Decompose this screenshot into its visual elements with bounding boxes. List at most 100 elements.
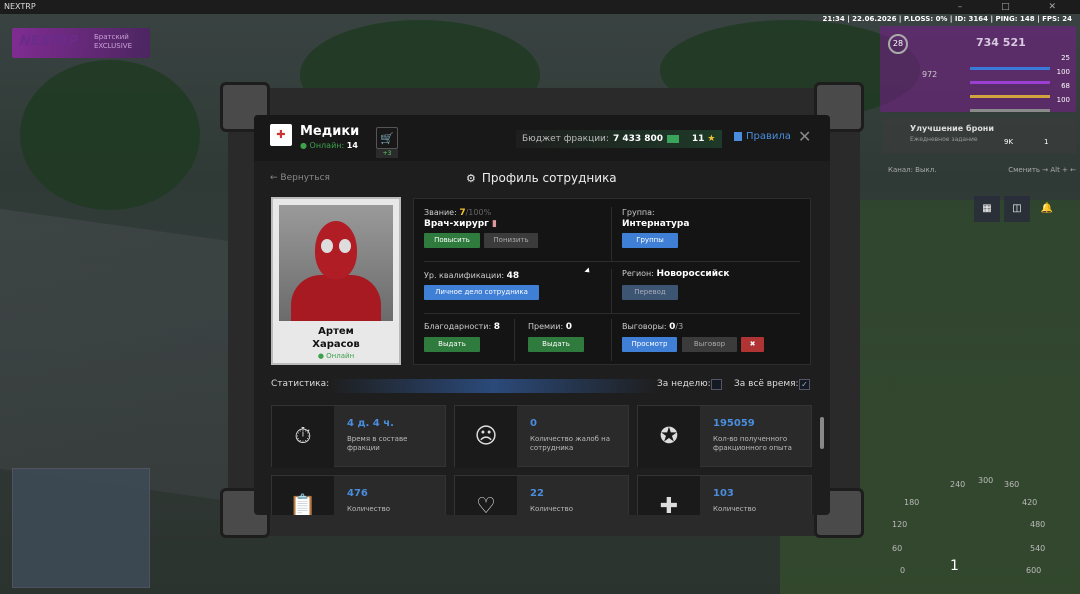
back-button[interactable]: ← Вернуться xyxy=(270,173,330,183)
groups-button[interactable]: Группы xyxy=(622,233,678,248)
minimap xyxy=(12,468,150,588)
employee-name: Артем Харасов xyxy=(273,325,399,351)
hospital-icon: ✚ xyxy=(270,124,292,146)
view-reprimands-button[interactable]: Просмотр xyxy=(622,337,677,352)
all-time-checkbox[interactable]: ✓ xyxy=(799,379,810,390)
stat-value: 22 xyxy=(530,488,544,499)
reprimands-label-text: Выговоры: xyxy=(622,322,667,331)
upgrade-count: 1 xyxy=(1044,138,1049,146)
speed-tick: 480 xyxy=(1030,520,1046,529)
bar-value: 100 xyxy=(1056,68,1070,76)
speed-tick: 600 xyxy=(1026,566,1042,575)
server-logo: NEXTRP Братский EXCLUSIVE xyxy=(12,28,150,58)
stat-label: Количество жалоб на сотрудника xyxy=(530,435,611,452)
speed-tick: 180 xyxy=(904,498,920,507)
divider xyxy=(424,313,800,314)
upgrade-widget[interactable]: Улучшение брони Ежедневное задание 9K 1 xyxy=(882,118,1076,154)
region-value: Новороссийск xyxy=(656,269,730,279)
budget-amount: 7 433 800 xyxy=(612,134,664,144)
cart-icon[interactable]: 🛒 xyxy=(376,127,398,149)
window-controls[interactable]: – □ ✕ xyxy=(958,0,1074,14)
statistics-gradient xyxy=(329,379,659,393)
dismiss-user-icon[interactable]: ✖ xyxy=(741,337,764,352)
calendar-icon[interactable]: ▦ xyxy=(974,196,1000,222)
bell-icon[interactable]: 🔔 xyxy=(1034,196,1060,222)
gear-icon: ⚙ xyxy=(466,172,476,185)
divider xyxy=(611,207,612,261)
star-icon: ★ xyxy=(707,134,716,144)
stat-label: Количество xyxy=(530,505,574,513)
exp-badge-icon: ✪ xyxy=(638,406,700,468)
stat-card: ⏱ 4 д. 4 ч. Время в составе фракции xyxy=(271,405,446,468)
bar-value: 25 xyxy=(1061,54,1070,62)
rank-title-text: Врач-хирург xyxy=(424,219,489,229)
online-count: 14 xyxy=(346,141,358,150)
upgrade-sub: Ежедневное задание xyxy=(910,136,978,143)
bonuses-label: Премии: 0 xyxy=(528,322,572,332)
faction-name: Медики xyxy=(300,124,360,139)
photo-eye xyxy=(321,239,333,253)
rank-max: /100% xyxy=(465,208,492,217)
stat-value: 195059 xyxy=(713,418,755,429)
clipboard-icon: 📋 xyxy=(272,476,334,515)
give-bonus-button[interactable]: Выдать xyxy=(528,337,584,352)
week-checkbox[interactable] xyxy=(711,379,722,390)
divider xyxy=(611,319,612,361)
logo-subtext: Братский EXCLUSIVE xyxy=(94,33,132,50)
channel-switch-hint: Сменить → Alt + ← xyxy=(1008,166,1076,174)
group-value: Интернатура xyxy=(622,219,690,229)
page-title-text: Профиль сотрудника xyxy=(481,171,617,185)
rank-title: Врач-хирург ▮ xyxy=(424,219,497,229)
chat-icon[interactable]: ◫ xyxy=(1004,196,1030,222)
stat-card: 📋 476 Количество xyxy=(271,475,446,515)
tree xyxy=(20,60,200,210)
rules-link[interactable]: Правила xyxy=(734,131,791,142)
speed-tick: 0 xyxy=(900,566,906,575)
scrollbar[interactable] xyxy=(820,417,824,449)
photo-body xyxy=(291,275,381,321)
heartbeat-icon: ♡ xyxy=(455,476,517,515)
close-button[interactable]: ✕ xyxy=(798,127,811,146)
employee-photo-card: Артем Харасов ● Онлайн xyxy=(271,197,401,365)
promote-button[interactable]: Повысить xyxy=(424,233,480,248)
star-count: 11 xyxy=(691,134,705,144)
window-title: NEXTRP xyxy=(4,2,36,11)
rank-label: Звание: 7/100% xyxy=(424,208,491,218)
statistics-label: Статистика: xyxy=(271,379,330,389)
stat-bars xyxy=(970,56,1050,112)
performance-stats: 21:34 | 22.06.2026 | P.LOSS: 0% | ID: 31… xyxy=(822,15,1072,23)
thanks-label-text: Благодарности: xyxy=(424,322,492,331)
stopwatch-icon: ⏱ xyxy=(272,406,334,468)
window-titlebar: NEXTRP – □ ✕ xyxy=(0,0,1080,14)
player-hud: 28 734 521 972 25 100 68 100 xyxy=(880,26,1076,112)
stat-bar xyxy=(970,95,1050,98)
statistics-bar: Статистика: За неделю: За всё время: ✓ xyxy=(271,377,811,393)
gear-indicator: 1 xyxy=(950,558,959,574)
give-reprimand-button[interactable]: Выговор xyxy=(682,337,737,352)
cash-icon xyxy=(667,134,680,143)
budget-label: Бюджет фракции: xyxy=(522,134,609,144)
photo-mask xyxy=(315,221,357,279)
give-thanks-button[interactable]: Выдать xyxy=(424,337,480,352)
upgrade-title: Улучшение брони xyxy=(910,124,994,133)
employee-first-name: Артем xyxy=(318,326,354,337)
stat-card: ✪ 195059 Кол-во полученного фракционного… xyxy=(637,405,812,468)
voice-channel: Канал: Выкл. Сменить → Alt + ← xyxy=(888,166,1076,174)
logo-text: NEXTRP xyxy=(20,34,79,49)
employee-status: ● Онлайн xyxy=(317,352,355,360)
stat-label: Время в составе фракции xyxy=(347,435,408,452)
stat-card: ♡ 22 Количество xyxy=(454,475,629,515)
photo-eye xyxy=(339,239,351,253)
qualification-label: Ур. квалификации: 48 xyxy=(424,271,519,281)
header-bar: ✚ Медики ● Онлайн: 14 🛒 +3 Бюджет фракци… xyxy=(254,115,830,161)
transfer-button[interactable]: Перевод xyxy=(622,285,678,300)
stat-value: 476 xyxy=(347,488,368,499)
money-display: 734 521 xyxy=(976,36,1026,49)
upgrade-price: 9K xyxy=(1004,138,1014,146)
back-label: Вернуться xyxy=(280,173,330,183)
employee-status-text: Онлайн xyxy=(326,352,355,360)
faction-online: ● Онлайн: 14 xyxy=(300,141,358,150)
personal-file-button[interactable]: Личное дело сотрудника xyxy=(424,285,539,300)
complaint-icon: ☹ xyxy=(455,406,517,468)
demote-button[interactable]: Понизить xyxy=(484,233,538,248)
